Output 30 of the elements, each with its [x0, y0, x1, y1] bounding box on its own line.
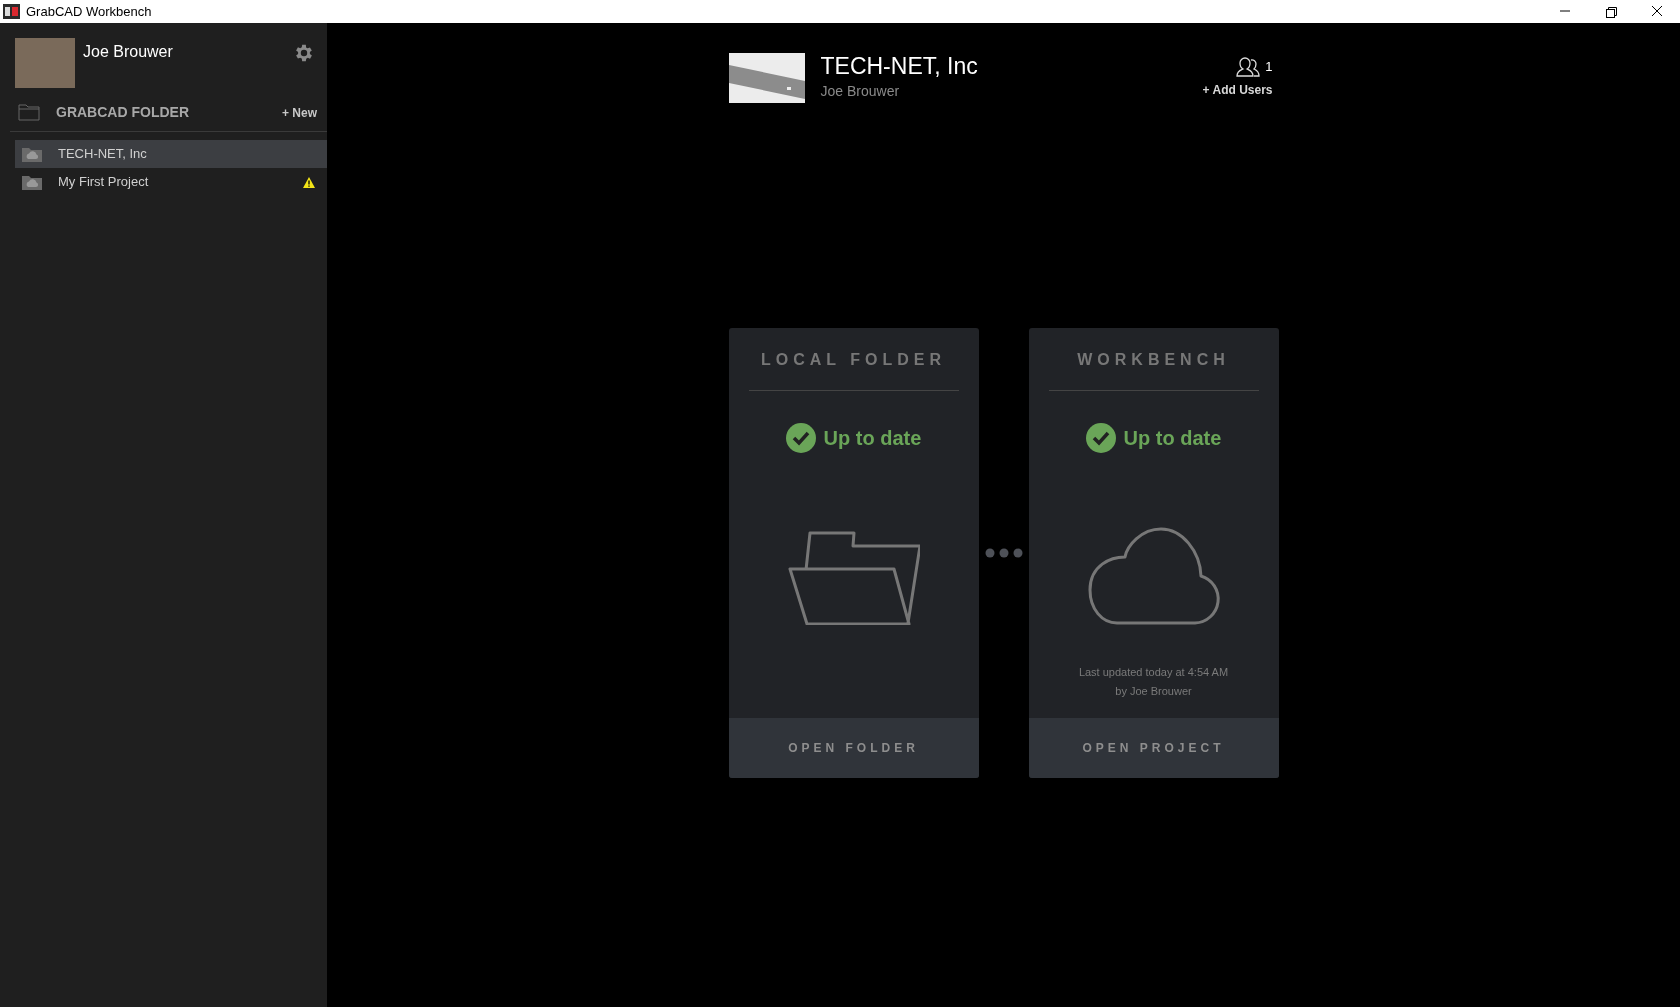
- add-users-link[interactable]: + Add Users: [1202, 81, 1273, 99]
- settings-icon[interactable]: [293, 42, 315, 64]
- close-icon: [1649, 5, 1665, 18]
- sidebar-item[interactable]: My First Project: [15, 168, 327, 196]
- panel-button[interactable]: OPEN PROJECT: [1028, 718, 1279, 778]
- project-title: TECH-NET, Inc: [820, 53, 978, 81]
- new-link[interactable]: + New: [282, 103, 317, 122]
- user-count: 1: [1265, 58, 1273, 77]
- panel-title: LOCAL FOLDER: [760, 350, 947, 370]
- check-icon: [1085, 423, 1116, 453]
- section-title: GRABCAD FOLDER: [56, 103, 189, 122]
- panel-title: WORKBENCH: [1076, 350, 1231, 370]
- cloud-icon: [1086, 527, 1221, 625]
- users-icon: [1235, 57, 1262, 77]
- check-icon: [785, 423, 816, 453]
- avatar-photo-placeholder: [15, 38, 75, 88]
- cloud-folder-icon: [22, 146, 42, 162]
- project-owner: Joe Brouwer: [820, 81, 901, 101]
- status-text: Up to date: [823, 426, 922, 451]
- sidebar-item[interactable]: TECH-NET, Inc: [15, 140, 327, 168]
- status-text: Up to date: [1123, 426, 1222, 451]
- last-updated-text: Last updated today at 4:54 AM by Joe Brouwer: [1078, 665, 1229, 699]
- cloud-folder-icon: [22, 174, 42, 190]
- window-title: GrabCAD Workbench: [26, 2, 152, 21]
- connector-dots-icon: [984, 548, 1023, 558]
- app-logo-icon: [3, 4, 20, 19]
- panel-button[interactable]: OPEN FOLDER: [728, 718, 979, 778]
- restore-icon: [1603, 5, 1619, 18]
- user-name: Joe Brouwer: [83, 42, 173, 62]
- folder-icon: [18, 104, 40, 121]
